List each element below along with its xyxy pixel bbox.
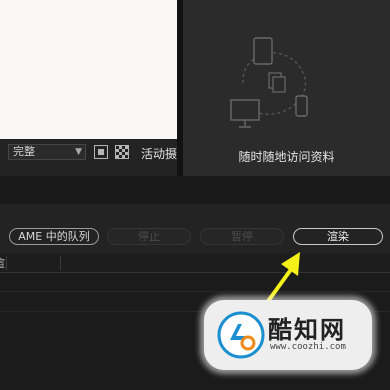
queue-row-line — [0, 291, 390, 292]
viewer-toolbar: 完整 ▼ 活动摄像机 — [0, 142, 177, 164]
render-queue-column-headers: 渲 — [0, 254, 390, 273]
resolution-select[interactable]: 完整 ▼ — [8, 144, 86, 160]
panel-separator — [0, 176, 390, 204]
queue-in-ame-button[interactable]: AME 中的队列 — [9, 228, 99, 245]
coozhi-logo-icon — [217, 311, 265, 359]
column-divider[interactable] — [60, 256, 61, 270]
render-button[interactable]: 渲染 — [293, 228, 383, 245]
render-queue-controls: AME 中的队列 停止 暂停 渲染 — [0, 204, 390, 254]
watermark: 酷知网 www.coozhi.com — [204, 300, 372, 370]
watermark-url: www.coozhi.com — [270, 342, 346, 352]
column-header-render[interactable]: 渲 — [0, 255, 5, 271]
resolution-select-value: 完整 — [13, 145, 35, 158]
pause-button[interactable]: 暂停 — [200, 228, 284, 245]
region-of-interest-icon[interactable] — [94, 145, 108, 159]
active-camera-select[interactable]: 活动摄像机 — [141, 145, 177, 162]
transparency-grid-icon[interactable] — [115, 145, 129, 159]
stop-button[interactable]: 停止 — [107, 228, 191, 245]
devices-sync-icon — [230, 37, 308, 128]
composition-viewer[interactable] — [0, 0, 177, 139]
watermark-brand: 酷知网 — [268, 316, 346, 344]
chevron-down-icon: ▼ — [75, 147, 82, 157]
libraries-panel: 随时随地访问资料 — [183, 0, 390, 176]
column-divider[interactable] — [6, 256, 7, 270]
libraries-caption: 随时随地访问资料 — [238, 150, 335, 164]
